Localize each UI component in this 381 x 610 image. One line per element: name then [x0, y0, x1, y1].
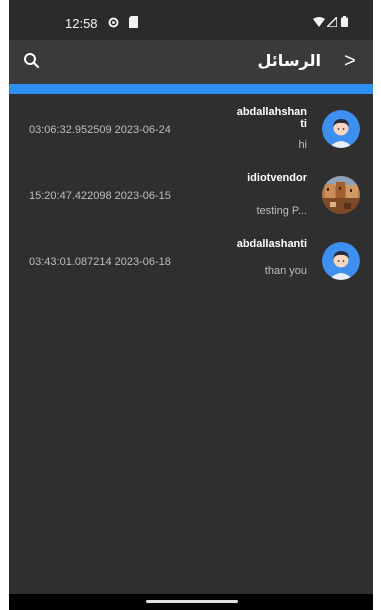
conversation-timestamp: 03:06:32.952509 2023-06-24	[29, 124, 171, 136]
signal-icon	[325, 15, 338, 30]
sd-card-icon	[128, 16, 139, 31]
battery-icon	[341, 16, 348, 30]
search-icon	[21, 53, 43, 76]
conversation-timestamp: 15:20:47.422098 2023-06-15	[29, 190, 171, 202]
conversation-preview: than you	[264, 265, 307, 277]
home-gesture-handle[interactable]	[146, 600, 238, 603]
status-time: 12:58	[65, 16, 98, 31]
conversation-item[interactable]: 03:43:01.087214 2023-06-18 abdallashanti…	[9, 232, 373, 298]
conversation-item[interactable]: 03:06:32.952509 2023-06-24 abdallahshant…	[9, 100, 373, 166]
conversation-name: idiotvendor	[247, 172, 307, 184]
conversation-preview: testing P...	[256, 205, 307, 217]
conversation-list: 03:06:32.952509 2023-06-24 abdallahshant…	[9, 100, 373, 298]
default-avatar-icon	[322, 110, 360, 148]
navigation-bar	[9, 594, 373, 610]
accent-strip	[9, 84, 373, 94]
phone-screen: 12:58 الرسائل > 03:06:32.952509 2023-06-…	[9, 0, 373, 610]
conversation-name: abdallahshanti	[236, 106, 307, 130]
conversation-item[interactable]: 15:20:47.422098 2023-06-15 idiotvendor t…	[9, 166, 373, 232]
conversation-name: abdallashanti	[236, 238, 307, 250]
photo-avatar	[322, 176, 360, 214]
page-title: الرسائل	[257, 53, 321, 70]
app-bar: الرسائل >	[9, 40, 373, 84]
conversation-timestamp: 03:43:01.087214 2023-06-18	[29, 256, 171, 268]
conversation-preview: hi	[298, 139, 307, 151]
back-button[interactable]: >	[339, 49, 361, 73]
wifi-icon	[313, 16, 325, 30]
settings-gear-icon	[107, 16, 120, 32]
default-avatar-icon	[322, 242, 360, 280]
status-bar: 12:58	[9, 0, 373, 40]
search-button[interactable]	[21, 50, 43, 72]
